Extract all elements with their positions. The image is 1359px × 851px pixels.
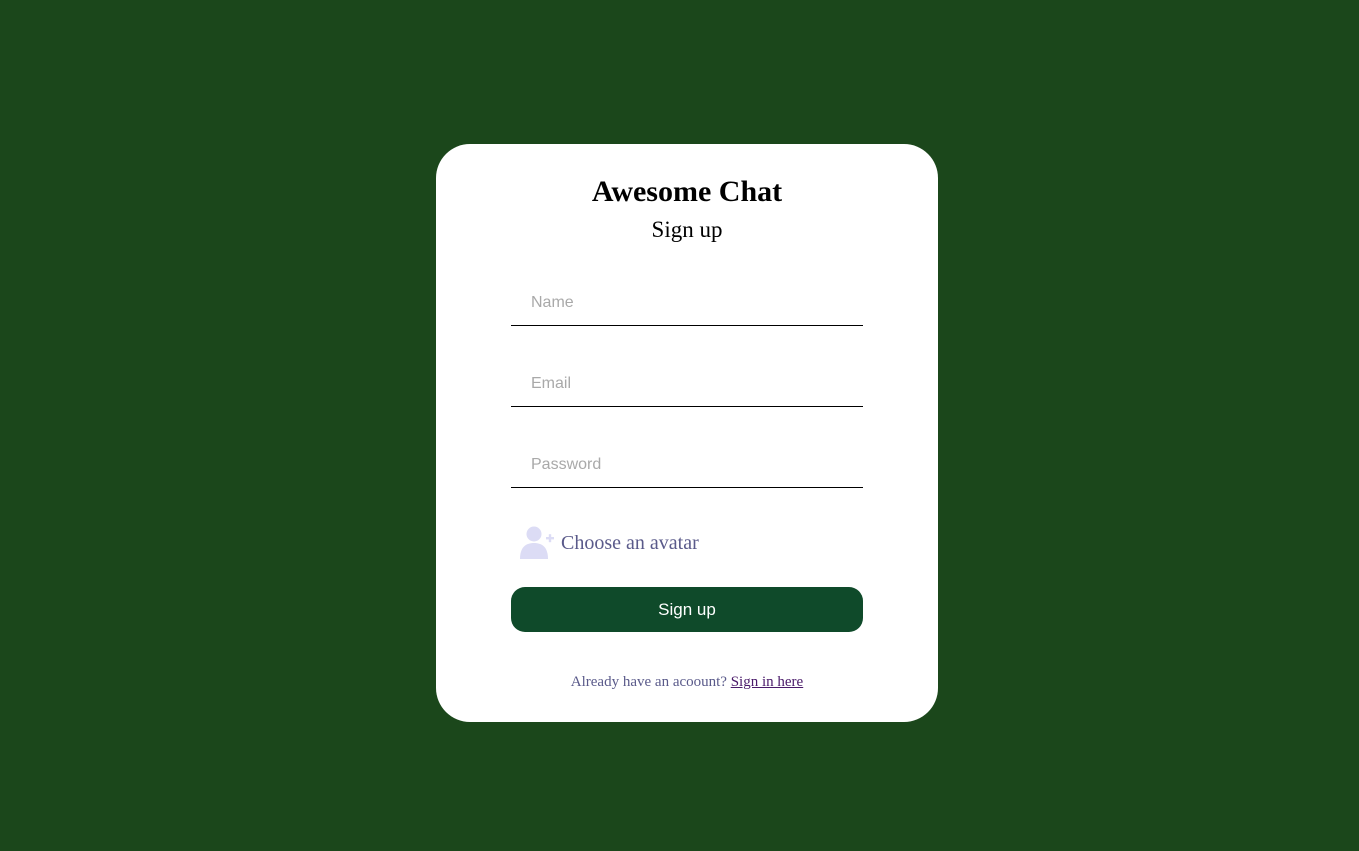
avatar-label: Choose an avatar	[561, 531, 699, 554]
signin-prompt-text: Already have an acoount?	[570, 674, 727, 690]
form-title: Sign up	[651, 217, 723, 242]
name-input[interactable]	[511, 280, 863, 326]
signup-button[interactable]: Sign up	[511, 587, 863, 632]
signup-card: Awesome Chat Sign up Choose an avatar Si…	[436, 144, 938, 722]
email-input[interactable]	[511, 361, 863, 407]
add-user-icon	[520, 525, 554, 561]
password-input[interactable]	[511, 442, 863, 488]
signin-link[interactable]: Sign in here	[731, 674, 804, 690]
signin-prompt: Already have an acoount? Sign in here	[436, 674, 938, 691]
avatar-picker[interactable]: Choose an avatar	[520, 524, 699, 562]
app-logo: Awesome Chat	[591, 175, 783, 208]
